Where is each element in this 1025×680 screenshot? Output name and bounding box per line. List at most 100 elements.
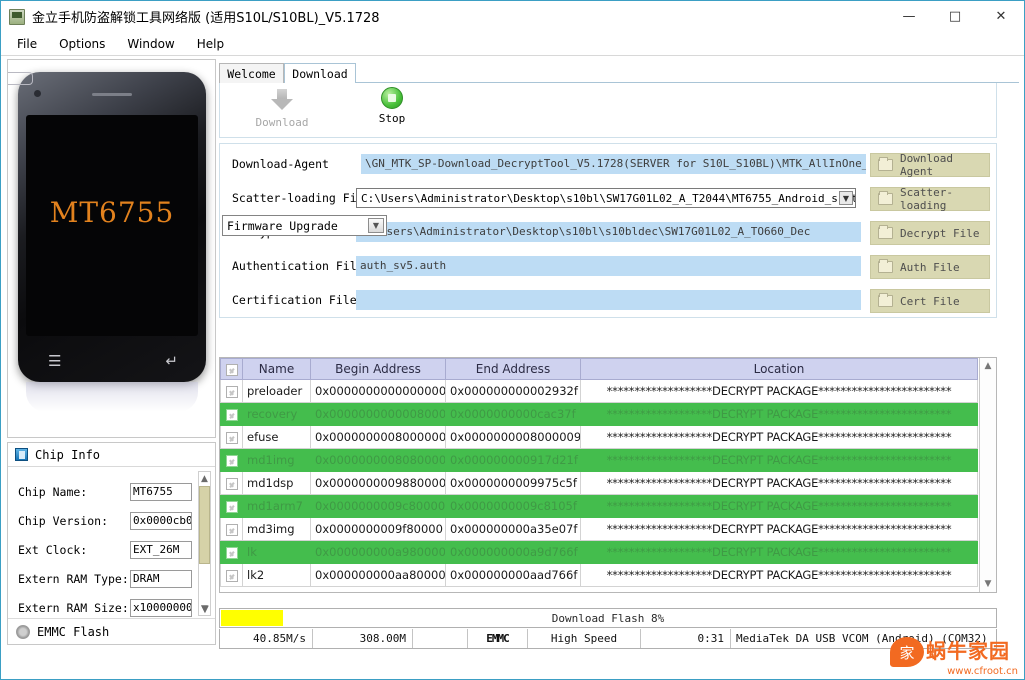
gear-icon	[16, 624, 30, 639]
table-row[interactable]: lk 0x000000000a980000 0x000000000a9d766f **…	[220, 540, 978, 564]
row-checkbox-cell[interactable]	[220, 448, 243, 472]
download-agent-label: Download-Agent	[232, 157, 329, 171]
cell-name: md1dsp	[242, 471, 311, 495]
download-agent-browse-button[interactable]: Download Agent	[870, 152, 990, 178]
emmc-flash-row[interactable]: EMMC Flash	[8, 618, 215, 644]
menu-item-options[interactable]: Options	[49, 34, 115, 54]
tab-download[interactable]: Download	[284, 63, 356, 83]
cell-end-address: 0x0000000009975c5f	[445, 471, 581, 495]
scatter-loading-chevron-down-icon[interactable]: ▼	[839, 191, 853, 205]
cell-end-address: 0x000000000002932f	[445, 379, 581, 403]
ext-clock-label: Ext Clock:	[18, 542, 88, 557]
maximize-icon[interactable]: □	[932, 1, 978, 32]
row-checkbox-cell[interactable]	[220, 563, 243, 587]
cell-location: *******************DECRYPT PACKAGE******…	[580, 402, 978, 426]
row-checkbox[interactable]	[225, 569, 238, 582]
chip-version-label: Chip Version:	[18, 513, 109, 528]
tab-welcome[interactable]: Welcome	[219, 63, 284, 83]
menu-item-help[interactable]: Help	[187, 34, 234, 54]
operation-mode-select[interactable]: Firmware Upgrade ▼	[222, 215, 387, 236]
ext-clock-value[interactable]: EXT_26M	[130, 540, 192, 559]
stop-circle-icon	[381, 87, 403, 109]
scroll-up-icon[interactable]: ▲	[980, 358, 996, 374]
chip-info-row: Chip Name: MT6755	[8, 477, 215, 506]
application-window: 金立手机防盗解锁工具网络版 (适用S10L/S10BL)_V5.1728 — □…	[0, 0, 1025, 680]
row-checkbox[interactable]	[225, 546, 238, 559]
table-row[interactable]: efuse 0x0000000008000000 0x000000000800000…	[220, 425, 978, 449]
row-checkbox-cell[interactable]	[220, 402, 243, 426]
row-checkbox-cell[interactable]	[220, 540, 243, 564]
download-arrow-icon	[269, 87, 295, 113]
scroll-down-icon[interactable]: ▼	[980, 576, 996, 592]
stop-button[interactable]: Stop	[352, 87, 432, 135]
cert-file-browse-button[interactable]: Cert File	[870, 289, 990, 313]
row-checkbox-cell[interactable]	[220, 425, 243, 449]
phone-reflection	[26, 382, 198, 412]
row-checkbox[interactable]	[225, 385, 238, 398]
chip-info-row: Chip Version: 0x0000cb00	[8, 506, 215, 535]
decrypt-file-browse-label: Decrypt File	[900, 226, 980, 240]
row-checkbox[interactable]	[225, 454, 238, 467]
chip-version-value[interactable]: 0x0000cb00	[130, 511, 192, 530]
scatter-loading-input[interactable]: C:\Users\Administrator\Desktop\s10bl\SW1…	[356, 188, 856, 208]
cell-end-address: 0x000000000a35e07f	[445, 517, 581, 541]
cell-location: *******************DECRYPT PACKAGE******…	[580, 563, 978, 587]
scatter-loading-browse-button[interactable]: Scatter-loading	[870, 186, 990, 212]
form-row-download-agent: Download-Agent \GN_MTK_SP-Download_Decry…	[220, 152, 998, 178]
chip-name-value[interactable]: MT6755	[130, 482, 192, 501]
row-checkbox[interactable]	[225, 523, 238, 536]
cell-end-address: 0x0000000008000009	[445, 425, 581, 449]
row-checkbox-cell[interactable]	[220, 471, 243, 495]
phone-chip-label: MT6755	[49, 196, 175, 229]
table-header-row: Name Begin Address End Address Location	[220, 358, 978, 380]
chip-info-scrollbar[interactable]: ▲ ▼	[198, 471, 211, 616]
row-checkbox[interactable]	[225, 500, 238, 513]
cell-begin-address: 0x000000000a980000	[310, 540, 446, 564]
authentication-file-label: Authentication File	[232, 259, 364, 273]
select-all-checkbox[interactable]	[225, 363, 238, 376]
table-row[interactable]: lk2 0x000000000aa80000 0x000000000aad766f *…	[220, 563, 978, 587]
row-checkbox-cell[interactable]	[220, 379, 243, 403]
emmc-flash-label: EMMC Flash	[37, 624, 110, 639]
row-checkbox-cell[interactable]	[220, 517, 243, 541]
certification-file-input[interactable]	[356, 290, 861, 310]
download-button[interactable]: Download	[242, 87, 322, 135]
extern-ram-size-value[interactable]: x100000000	[130, 598, 192, 617]
decrypt-file-path-input[interactable]: C:\Users\Administrator\Desktop\s10bl\s10…	[356, 222, 861, 242]
select-all-checkbox-header[interactable]	[220, 358, 243, 380]
cell-name: recovery	[242, 402, 311, 426]
folder-icon	[878, 293, 893, 307]
extern-ram-type-value[interactable]: DRAM	[130, 569, 192, 588]
row-checkbox[interactable]	[225, 431, 238, 444]
menu-item-file[interactable]: File	[7, 34, 47, 54]
decrypt-file-browse-button[interactable]: Decrypt File	[870, 221, 990, 245]
chevron-down-icon[interactable]: ▼	[368, 218, 384, 233]
row-checkbox[interactable]	[225, 477, 238, 490]
table-row[interactable]: preloader 0x0000000000000000 0x00000000000…	[220, 379, 978, 403]
table-row[interactable]: md1dsp 0x0000000009880000 0x0000000009975c…	[220, 471, 978, 495]
row-checkbox[interactable]	[225, 408, 238, 421]
minimize-icon[interactable]: —	[886, 1, 932, 32]
chip-info-title: Chip Info	[35, 447, 101, 462]
close-icon[interactable]: ✕	[978, 1, 1024, 32]
progress-bar: Download Flash 8%	[219, 608, 997, 628]
folder-icon	[878, 225, 893, 239]
table-row[interactable]: md1arm7 0x0000000009c80000 0x0000000009c81…	[220, 494, 978, 518]
row-checkbox-cell[interactable]	[220, 494, 243, 518]
left-panel-scroll-down-icon[interactable]: ▼	[197, 601, 213, 617]
table-row[interactable]: recovery 0x0000000000008000 0x0000000000ca…	[220, 402, 978, 426]
scroll-up-icon[interactable]: ▲	[199, 472, 210, 485]
scrollbar-thumb[interactable]	[199, 486, 210, 564]
extern-ram-type-label: Extern RAM Type:	[18, 571, 129, 586]
table-row[interactable]: md1img 0x0000000008080000 0x000000000917d2…	[220, 448, 978, 472]
menu-item-window[interactable]: Window	[117, 34, 184, 54]
cell-begin-address: 0x0000000000008000	[310, 402, 446, 426]
authentication-file-input[interactable]: auth_sv5.auth	[356, 256, 861, 276]
form-row-scatter-loading: Scatter-loading File C:\Users\Administra…	[220, 186, 998, 212]
table-row[interactable]: md3img 0x0000000009f80000 0x000000000a35e0…	[220, 517, 978, 541]
table-scrollbar[interactable]: ▲ ▼	[979, 358, 996, 592]
cell-end-address: 0x000000000917d21f	[445, 448, 581, 472]
auth-file-browse-button[interactable]: Auth File	[870, 255, 990, 279]
scatter-loading-browse-label: Scatter-loading	[900, 186, 953, 212]
download-agent-input[interactable]: \GN_MTK_SP-Download_DecryptTool_V5.1728(…	[361, 154, 866, 174]
